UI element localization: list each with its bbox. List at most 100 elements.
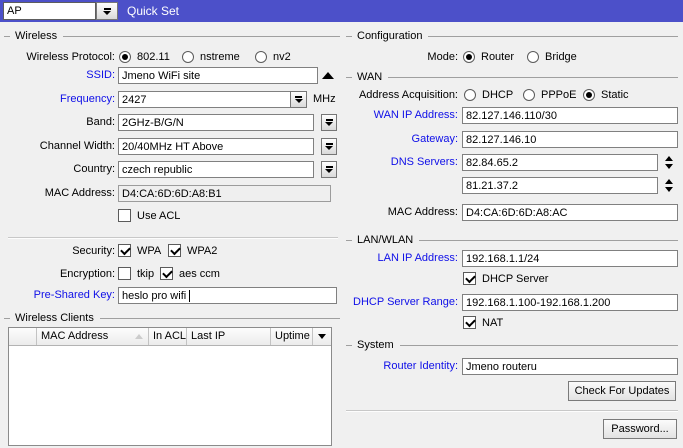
security-label: Security: xyxy=(6,243,115,260)
system-section-header: System xyxy=(346,339,678,352)
lan-ip-input[interactable] xyxy=(462,250,678,267)
country-label: Country: xyxy=(6,161,115,178)
gateway-input[interactable] xyxy=(462,131,678,148)
dropdown-icon xyxy=(103,11,111,15)
column-title: In ACL xyxy=(153,330,186,342)
radio-protocol-80211-label[interactable]: 802.11 xyxy=(137,50,170,64)
tkip-checkbox[interactable] xyxy=(118,267,131,280)
gateway-label: Gateway: xyxy=(330,131,458,148)
aes-ccm-label[interactable]: aes ccm xyxy=(179,267,220,281)
dns-server-input-2[interactable] xyxy=(462,177,658,194)
table-header-blank[interactable] xyxy=(9,328,37,345)
table-header-in-acl[interactable]: In ACL xyxy=(149,328,187,345)
tkip-label[interactable]: tkip xyxy=(137,267,154,281)
wpa2-checkbox[interactable] xyxy=(168,244,181,257)
chevron-down-icon xyxy=(318,334,326,339)
radio-acquisition-dhcp-label[interactable]: DHCP xyxy=(482,88,513,102)
section-title: WAN xyxy=(357,71,382,84)
dns-server-input-1[interactable] xyxy=(462,154,658,171)
wpa-label[interactable]: WPA xyxy=(137,244,161,258)
password-button[interactable]: Password... xyxy=(603,419,677,439)
table-columns-dropdown-button[interactable] xyxy=(313,328,331,345)
radio-protocol-nv2[interactable] xyxy=(255,51,267,63)
wan-ip-input[interactable] xyxy=(462,107,678,124)
quick-set-window: Quick Set Wireless Wireless Protocol: 80… xyxy=(0,0,683,448)
radio-acquisition-dhcp[interactable] xyxy=(464,89,476,101)
table-header-mac-address[interactable]: MAC Address xyxy=(37,328,149,345)
dhcp-server-label[interactable]: DHCP Server xyxy=(482,272,548,286)
wireless-mac-label: MAC Address: xyxy=(6,185,115,202)
wan-mac-input[interactable] xyxy=(462,204,678,221)
radio-protocol-80211[interactable] xyxy=(119,51,131,63)
frequency-label: Frequency: xyxy=(6,91,115,108)
radio-acquisition-pppoe-label[interactable]: PPPoE xyxy=(541,88,576,102)
section-line xyxy=(428,36,678,37)
mode-selector-input[interactable] xyxy=(3,2,96,20)
section-title: Wireless xyxy=(15,30,57,43)
configuration-section-header: Configuration xyxy=(346,30,678,43)
radio-mode-bridge[interactable] xyxy=(527,51,539,63)
radio-protocol-nv2-label[interactable]: nv2 xyxy=(273,50,291,64)
sort-ascending-icon xyxy=(135,334,143,339)
wireless-clients-table: MAC Address In ACL Last IP Uptime xyxy=(8,327,332,446)
lan-ip-label: LAN IP Address: xyxy=(330,250,458,267)
section-line xyxy=(63,36,340,37)
dhcp-server-range-input[interactable] xyxy=(462,294,678,311)
column-title: Uptime xyxy=(275,330,310,342)
dns-1-up-down-stepper[interactable] xyxy=(661,156,677,169)
mode-label: Mode: xyxy=(330,49,458,66)
radio-acquisition-pppoe[interactable] xyxy=(523,89,535,101)
section-dash xyxy=(346,77,352,78)
section-line xyxy=(400,345,678,346)
dhcp-server-checkbox[interactable] xyxy=(463,272,476,285)
frequency-input[interactable] xyxy=(118,91,291,108)
wpa-checkbox[interactable] xyxy=(118,244,131,257)
check-for-updates-button[interactable]: Check For Updates xyxy=(568,381,676,401)
table-header-last-ip[interactable]: Last IP xyxy=(187,328,271,345)
section-line xyxy=(419,240,678,241)
arrow-down-icon xyxy=(665,164,673,169)
nat-checkbox[interactable] xyxy=(463,316,476,329)
wpa2-label[interactable]: WPA2 xyxy=(187,244,217,258)
dns-2-up-down-stepper[interactable] xyxy=(661,179,677,192)
collapse-up-icon[interactable] xyxy=(322,72,334,79)
wan-mac-label: MAC Address: xyxy=(330,204,458,221)
section-title: LAN/WLAN xyxy=(357,234,413,247)
table-header-row: MAC Address In ACL Last IP Uptime xyxy=(9,328,331,346)
radio-acquisition-static-label[interactable]: Static xyxy=(601,88,629,102)
ssid-label: SSID: xyxy=(6,67,115,84)
address-acquisition-label: Address Acquisition: xyxy=(330,87,458,104)
pre-shared-key-label: Pre-Shared Key: xyxy=(6,287,115,304)
pre-shared-key-input[interactable] xyxy=(118,287,337,304)
band-input[interactable] xyxy=(118,114,314,131)
wan-section-header: WAN xyxy=(346,71,678,84)
channel-width-input[interactable] xyxy=(118,138,314,155)
radio-mode-bridge-label[interactable]: Bridge xyxy=(545,50,577,64)
section-dash xyxy=(346,36,352,37)
mode-selector-dropdown-button[interactable] xyxy=(96,2,118,20)
radio-acquisition-static[interactable] xyxy=(583,89,595,101)
radio-mode-router-label[interactable]: Router xyxy=(481,50,514,64)
radio-protocol-nstreme-label[interactable]: nstreme xyxy=(200,50,240,64)
left-divider xyxy=(8,237,338,239)
frequency-dropdown-button[interactable] xyxy=(290,91,307,108)
encryption-label: Encryption: xyxy=(6,266,115,283)
aes-ccm-checkbox[interactable] xyxy=(160,267,173,280)
wireless-clients-section-header: Wireless Clients xyxy=(4,312,340,325)
dropdown-icon xyxy=(104,8,111,10)
ssid-input[interactable] xyxy=(118,67,318,84)
section-dash xyxy=(346,240,352,241)
radio-protocol-nstreme[interactable] xyxy=(182,51,194,63)
use-acl-checkbox[interactable] xyxy=(118,209,131,222)
router-identity-input[interactable] xyxy=(462,358,678,375)
wireless-protocol-label: Wireless Protocol: xyxy=(6,49,115,66)
section-line xyxy=(100,318,340,319)
nat-label[interactable]: NAT xyxy=(482,316,503,330)
table-header-uptime[interactable]: Uptime xyxy=(271,328,313,345)
right-divider xyxy=(346,410,678,412)
router-identity-label: Router Identity: xyxy=(330,358,458,375)
radio-mode-router[interactable] xyxy=(463,51,475,63)
country-input[interactable] xyxy=(118,161,314,178)
use-acl-label[interactable]: Use ACL xyxy=(137,209,180,223)
dns-servers-label: DNS Servers: xyxy=(330,154,458,171)
